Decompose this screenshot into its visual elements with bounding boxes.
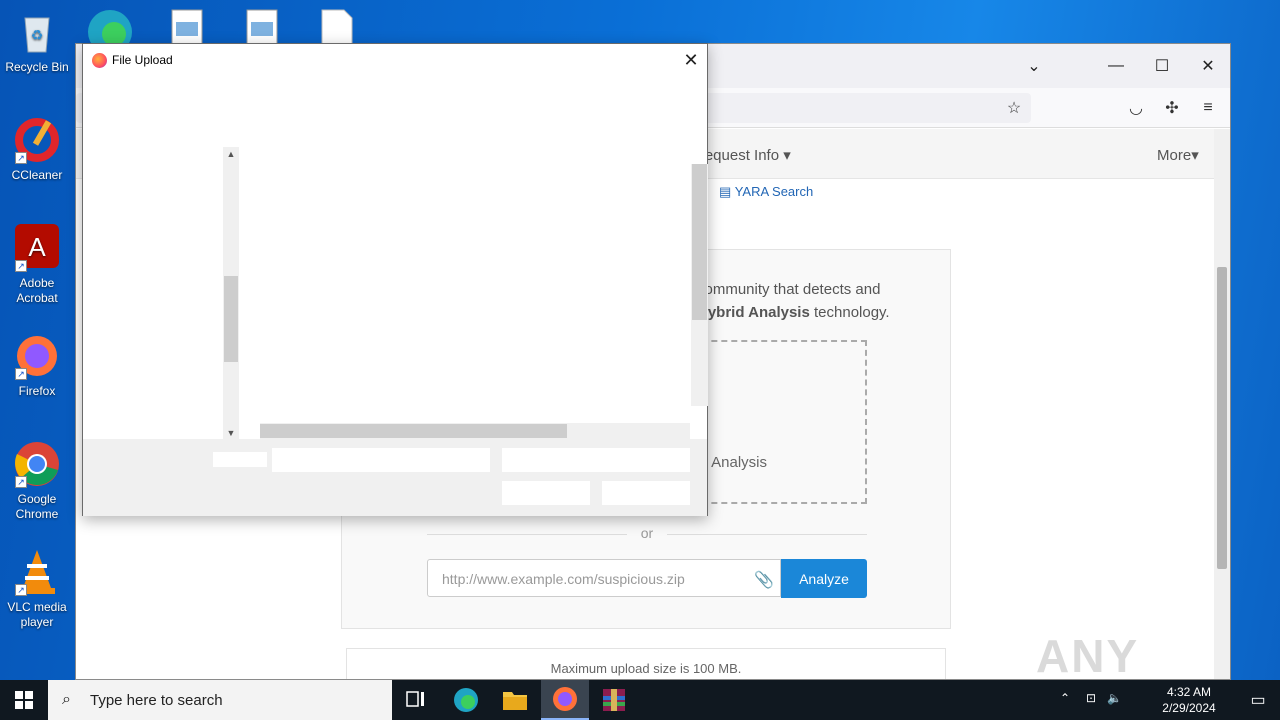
open-button[interactable] [502, 481, 590, 505]
or-divider: or [427, 525, 867, 541]
intro-text: community that detects and Hybrid Analys… [697, 278, 937, 324]
search-placeholder: Type here to search [90, 691, 223, 709]
scrollbar-thumb[interactable] [1217, 267, 1227, 569]
intro-line-2: Hybrid Analysis technology. [697, 301, 937, 324]
network-icon[interactable]: ⊡ [1086, 691, 1096, 705]
close-icon[interactable]: ✕ [679, 48, 703, 72]
file-explorer-icon[interactable] [491, 680, 539, 720]
clock-date: 2/29/2024 [1162, 701, 1216, 715]
desktop-icon-vlc[interactable]: ↗ VLC media player [2, 548, 72, 630]
recycle-bin-icon: ♻ [13, 8, 61, 56]
scrollbar-thumb[interactable] [260, 424, 567, 438]
yara-search-link[interactable]: ▤ YARA Search [719, 184, 813, 200]
file-name-label-placeholder [213, 452, 267, 467]
file-upload-dialog: File Upload ✕ ▲ ▼ [82, 43, 708, 516]
scrollbar-thumb[interactable] [224, 276, 238, 362]
firefox-icon: ↗ [13, 332, 61, 380]
desktop-icon-chrome[interactable]: ↗ Google Chrome [2, 440, 72, 522]
notification-icon[interactable]: ▭ [1236, 680, 1280, 720]
url-input[interactable]: http://www.example.com/suspicious.zip [427, 559, 781, 597]
analyze-button[interactable]: Analyze [781, 559, 867, 598]
svg-text:A: A [28, 232, 46, 262]
dialog-title: File Upload [112, 53, 173, 67]
ccleaner-icon: ↗ [13, 116, 61, 164]
blank-file-icon[interactable] [320, 8, 354, 45]
image-file-icon[interactable] [170, 8, 204, 45]
search-icon: ⌕ [62, 691, 71, 708]
image-file-icon[interactable] [245, 8, 279, 45]
horizontal-scrollbar[interactable] [260, 423, 690, 439]
desktop-icon-acrobat[interactable]: A ↗ Adobe Acrobat [2, 224, 72, 306]
anyrun-watermark: ANY RUN [1036, 630, 1139, 680]
chevron-up-icon[interactable]: ▲ [223, 149, 239, 159]
file-type-select[interactable] [502, 448, 690, 472]
desktop-icon-label: Google Chrome [15, 492, 59, 521]
desktop-icon-ccleaner[interactable]: ↗ CCleaner [2, 116, 72, 183]
max-upload-note: Maximum upload size is 100 MB. [346, 648, 946, 679]
file-list-scrollbar[interactable] [691, 164, 708, 406]
taskbar: ⌕ Type here to search ⌃ ⊡ 🔈 4:32 AM 2/29… [0, 680, 1280, 720]
volume-icon[interactable]: 🔈 [1107, 691, 1122, 705]
desktop-icon-label: Adobe Acrobat [16, 276, 58, 305]
bookmark-star-icon[interactable]: ☆ [1004, 98, 1024, 118]
clock[interactable]: 4:32 AM 2/29/2024 [1154, 684, 1224, 716]
file-name-input[interactable] [272, 448, 490, 472]
scrollbar-thumb[interactable] [692, 164, 707, 320]
close-window-icon[interactable]: ✕ [1188, 52, 1228, 80]
chrome-icon: ↗ [13, 440, 61, 488]
navigation-pane-scrollbar[interactable]: ▲ ▼ [223, 147, 239, 440]
windows-logo-icon [15, 691, 33, 709]
taskbar-search[interactable]: ⌕ Type here to search [48, 680, 392, 720]
intro-line-1: community that detects and [697, 281, 881, 298]
menu-icon[interactable]: ≡ [1198, 98, 1218, 118]
vlc-icon: ↗ [13, 548, 61, 596]
firefox-icon [92, 53, 107, 68]
paperclip-icon[interactable]: 📎 [754, 570, 774, 590]
nav-more[interactable]: More▾ [1157, 146, 1199, 164]
desktop-icon-label: Firefox [18, 384, 56, 398]
page-scrollbar[interactable] [1214, 129, 1230, 679]
nav-request-info[interactable]: Request Info ▾ [694, 146, 791, 164]
chevron-down-icon[interactable]: ▼ [223, 428, 239, 438]
database-icon: ▤ [719, 184, 732, 199]
intro-rest: technology. [809, 304, 890, 321]
desktop-icon-label: CCleaner [11, 168, 63, 182]
chevron-up-icon[interactable]: ⌃ [1060, 691, 1070, 705]
edge-shortcut-icon[interactable] [86, 8, 132, 54]
minimize-icon[interactable]: — [1096, 52, 1136, 80]
firefox-taskbar-icon[interactable] [541, 680, 589, 720]
svg-text:♻: ♻ [31, 27, 44, 43]
maximize-icon[interactable]: ☐ [1142, 52, 1182, 80]
desktop-icon-recycle-bin[interactable]: ♻ Recycle Bin [2, 8, 72, 75]
drop-zone-text: Analysis [711, 454, 767, 471]
start-button[interactable] [0, 680, 48, 720]
clock-time: 4:32 AM [1166, 685, 1212, 699]
dialog-footer [83, 439, 707, 516]
desktop-icon-firefox[interactable]: ↗ Firefox [2, 332, 72, 399]
extensions-icon[interactable]: ✣ [1162, 98, 1182, 118]
task-view-icon[interactable] [392, 680, 440, 720]
cancel-button[interactable] [602, 481, 690, 505]
acrobat-icon: A ↗ [13, 224, 61, 272]
desktop-icon-label: Recycle Bin [5, 60, 69, 74]
winrar-icon[interactable] [590, 680, 638, 720]
list-tabs-icon[interactable]: ⌄ [1014, 52, 1054, 80]
edge-icon[interactable] [442, 680, 490, 720]
pocket-icon[interactable]: ◡ [1126, 98, 1146, 118]
intro-bold: Hybrid Analysis [697, 304, 810, 321]
desktop-icon-label: VLC media player [7, 600, 67, 629]
